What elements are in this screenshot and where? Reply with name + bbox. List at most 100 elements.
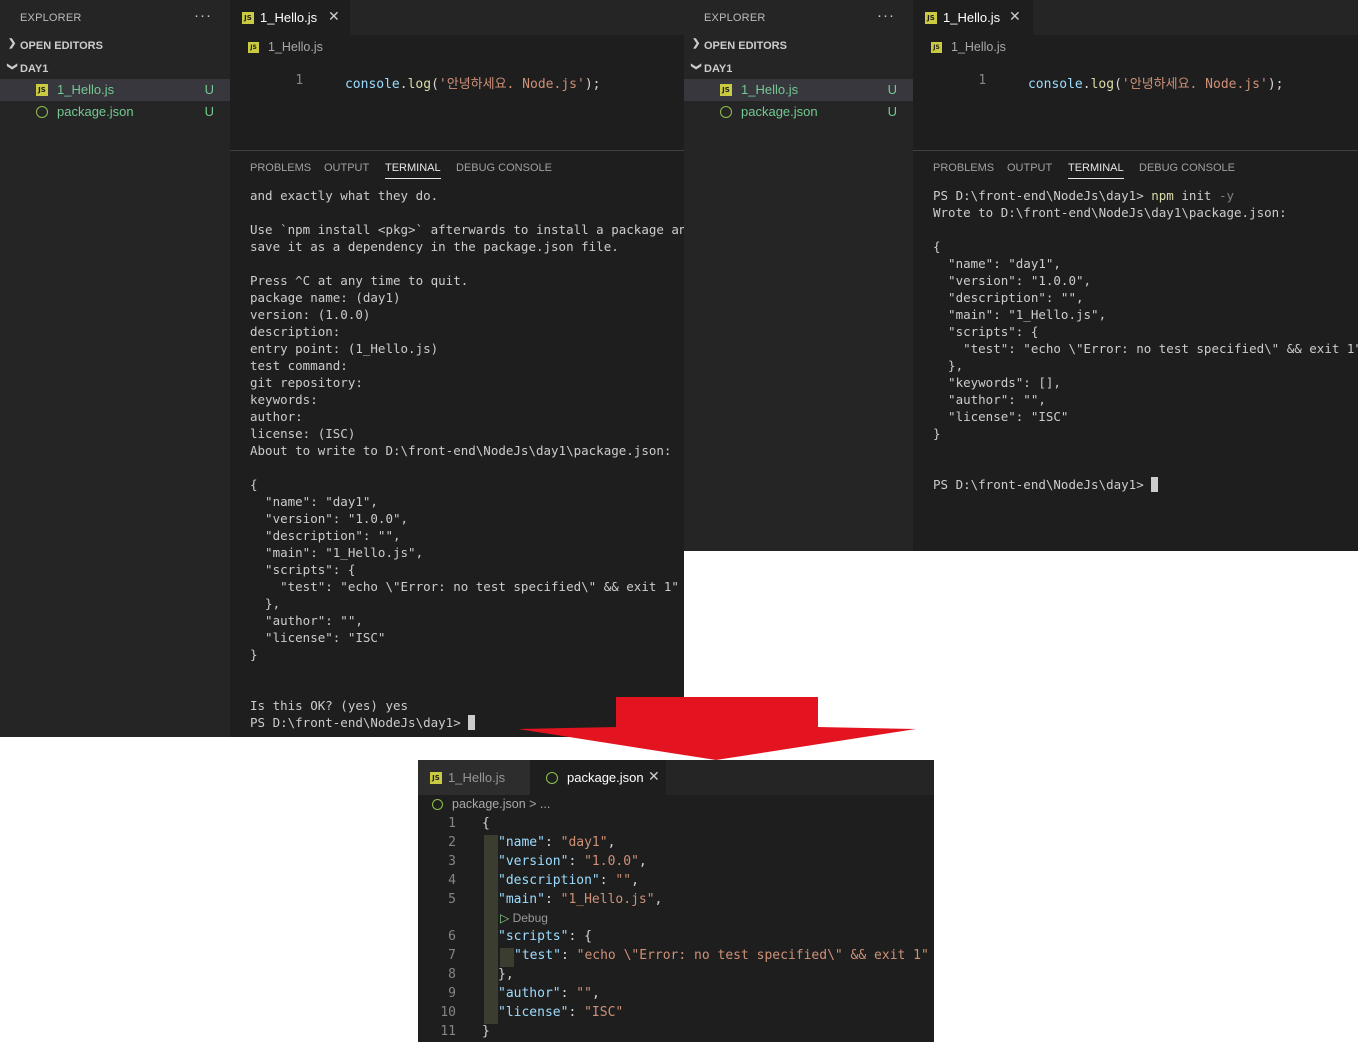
terminal-line: author: xyxy=(250,409,303,424)
code-line[interactable]: 9 "author": "", xyxy=(418,986,934,1005)
tab-hello-js[interactable]: JS 1_Hello.js xyxy=(418,760,530,795)
tab-problems[interactable]: PROBLEMS xyxy=(933,162,994,174)
code-line[interactable]: 1 console.log('안녕하세요. Node.js'); xyxy=(264,58,600,118)
json-file-icon xyxy=(36,106,48,118)
terminal-line: "main": "1_Hello.js", xyxy=(933,307,1107,322)
code-line[interactable]: 8}, xyxy=(418,967,934,986)
json-punctuation: , xyxy=(638,854,647,869)
terminal-line: } xyxy=(933,426,941,441)
more-actions-icon[interactable]: ··· xyxy=(877,7,895,24)
more-actions-icon[interactable]: ··· xyxy=(194,7,212,24)
tab-terminal[interactable]: TERMINAL xyxy=(385,162,441,179)
terminal-line: "description": "", xyxy=(933,290,1084,305)
tab-terminal[interactable]: TERMINAL xyxy=(1068,162,1124,179)
terminal-line: "description": "", xyxy=(250,528,401,543)
json-punctuation: }, xyxy=(498,967,514,982)
tab-problems[interactable]: PROBLEMS xyxy=(250,162,311,174)
terminal-line: save it as a dependency in the package.j… xyxy=(250,239,619,254)
line-number: 9 xyxy=(448,986,456,1001)
line-content: "author": "", xyxy=(498,986,600,1001)
json-key: "version" xyxy=(498,854,569,869)
close-icon[interactable]: ✕ xyxy=(328,8,340,25)
open-editors-section[interactable]: ❯ OPEN EDITORS xyxy=(684,35,913,57)
line-number: 4 xyxy=(448,873,456,888)
line-content: } xyxy=(482,1024,490,1039)
folder-section-day1[interactable]: ❯ DAY1 xyxy=(684,58,913,80)
line-content: }, xyxy=(498,967,514,982)
json-separator: : xyxy=(544,835,561,850)
folder-label: DAY1 xyxy=(20,63,49,75)
file-item-hello-js[interactable]: JS 1_Hello.js U xyxy=(684,79,913,101)
tab-output[interactable]: OUTPUT xyxy=(1007,162,1052,174)
folder-section-day1[interactable]: ❯ DAY1 xyxy=(0,58,230,80)
terminal-line: version: (1.0.0) xyxy=(250,307,371,322)
code-token: log xyxy=(407,77,432,92)
close-icon[interactable]: ✕ xyxy=(648,768,660,785)
terminal-cursor xyxy=(468,715,476,730)
terminal-line: "license": "ISC" xyxy=(933,409,1069,424)
tab-label: 1_Hello.js xyxy=(260,10,318,25)
debug-codelens[interactable]: ▷ Debug xyxy=(500,911,548,929)
code-line[interactable]: 5 "main": "1_Hello.js", xyxy=(418,892,934,911)
json-punctuation: , xyxy=(591,986,600,1001)
terminal-cursor xyxy=(1151,477,1159,492)
terminal-output[interactable]: and exactly what they do. Use `npm insta… xyxy=(250,187,684,731)
code-line[interactable]: 10 "license": "ISC" xyxy=(418,1005,934,1024)
js-file-icon: JS xyxy=(925,12,937,24)
play-icon: ▷ xyxy=(500,911,513,925)
js-file-icon: JS xyxy=(931,42,942,53)
line-content: "description": "", xyxy=(498,873,639,888)
json-punctuation: { xyxy=(482,816,490,831)
line-number: 6 xyxy=(448,929,456,944)
json-key: "author" xyxy=(498,986,561,1001)
terminal-prompt: PS D:\front-end\NodeJs\day1> xyxy=(933,188,1152,203)
file-item-package-json[interactable]: package.json U xyxy=(0,101,230,123)
close-icon[interactable]: ✕ xyxy=(1009,8,1021,25)
tab-package-json[interactable]: package.json ✕ xyxy=(530,760,666,795)
terminal-line: license: (ISC) xyxy=(250,426,356,441)
json-punctuation: } xyxy=(482,1024,490,1039)
editor-tab-bar: JS 1_Hello.js package.json ✕ xyxy=(418,760,934,795)
terminal-line: "test": "echo \"Error: no test specified… xyxy=(250,579,679,594)
code-line[interactable]: 6 "scripts": { xyxy=(418,929,934,948)
tab-hello-js[interactable]: JS 1_Hello.js ✕ xyxy=(913,0,1033,35)
command-arg: init xyxy=(1173,188,1219,203)
json-key: "description" xyxy=(498,873,600,888)
json-code-area[interactable]: 1{2 "name": "day1", 3 "version": "1.0.0", 4 "… xyxy=(418,816,934,1042)
file-item-package-json[interactable]: package.json U xyxy=(684,101,913,123)
open-editors-section[interactable]: ❯ OPEN EDITORS xyxy=(0,35,230,57)
tab-hello-js[interactable]: JS 1_Hello.js ✕ xyxy=(230,0,350,35)
json-punctuation: { xyxy=(584,929,592,944)
terminal-line: "name": "day1", xyxy=(250,494,378,509)
json-separator: : xyxy=(560,986,577,1001)
chevron-down-icon: ❯ xyxy=(690,62,702,71)
code-line[interactable]: 3 "version": "1.0.0", xyxy=(418,854,934,873)
terminal-line: package name: (day1) xyxy=(250,290,401,305)
json-key: "scripts" xyxy=(498,929,569,944)
code-line[interactable]: 4 "description": "", xyxy=(418,873,934,892)
file-name: package.json xyxy=(741,104,818,119)
json-file-icon xyxy=(432,799,443,810)
breadcrumb-label: 1_Hello.js xyxy=(268,40,323,54)
terminal-output[interactable]: Wrote to D:\front-end\NodeJs\day1\packag… xyxy=(933,204,1358,493)
json-file-icon xyxy=(546,772,558,784)
terminal-command-line[interactable]: PS D:\front-end\NodeJs\day1> npm init -y xyxy=(933,187,1234,204)
tab-debug-console[interactable]: DEBUG CONSOLE xyxy=(1139,162,1235,174)
file-item-hello-js[interactable]: JS 1_Hello.js U xyxy=(0,79,230,101)
json-punctuation: , xyxy=(631,873,639,888)
line-content: { xyxy=(482,816,490,831)
tab-output[interactable]: OUTPUT xyxy=(324,162,369,174)
tab-debug-console[interactable]: DEBUG CONSOLE xyxy=(456,162,552,174)
code-line[interactable]: 2 "name": "day1", xyxy=(418,835,934,854)
code-line[interactable]: 7 "test": "echo \"Error: no test specifie… xyxy=(418,948,934,967)
line-number: 3 xyxy=(448,854,456,869)
code-token: ); xyxy=(584,77,601,92)
code-line[interactable]: 1{ xyxy=(418,816,934,835)
js-file-icon: JS xyxy=(430,772,442,784)
json-value: "ISC" xyxy=(584,1005,624,1020)
code-line[interactable]: 1 console.log('안녕하세요. Node.js'); xyxy=(947,58,1283,118)
code-line[interactable]: 11} xyxy=(418,1024,934,1042)
